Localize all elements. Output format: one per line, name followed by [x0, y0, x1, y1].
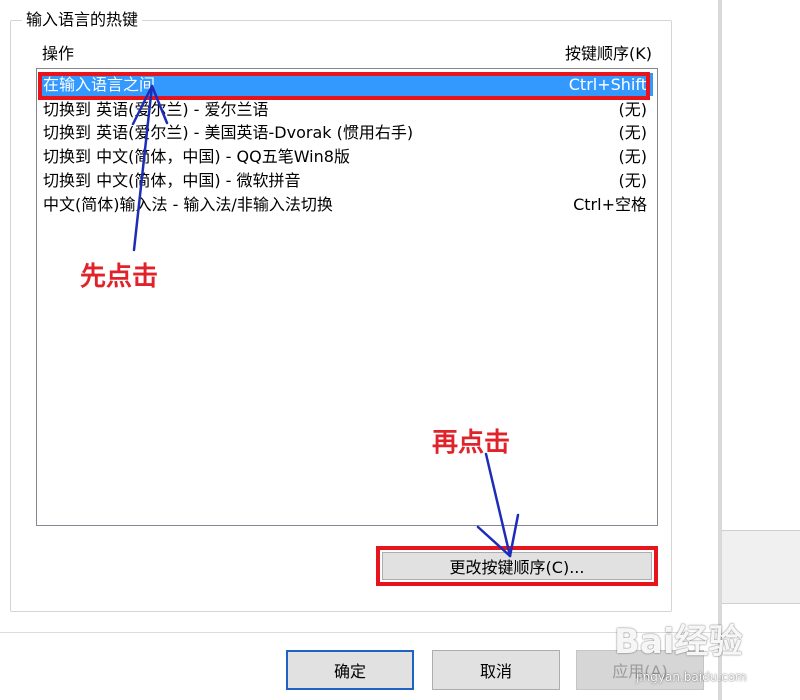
- hotkey-operation: 切换到 中文(简体，中国) - QQ五笔Win8版: [43, 147, 350, 166]
- hotkey-row[interactable]: 切换到 英语(爱尔兰) - 爱尔兰语 (无): [41, 98, 653, 121]
- hotkey-key: (无): [618, 100, 648, 119]
- baidu-watermark: Bai经验 jingyan.baidu.com: [614, 610, 794, 690]
- hotkey-row-selected[interactable]: 在输入语言之间 Ctrl+Shift: [41, 73, 653, 96]
- column-header-key-sequence: 按键顺序(K): [565, 44, 652, 63]
- hotkey-operation: 在输入语言之间: [43, 75, 156, 94]
- hotkey-key: (无): [618, 171, 648, 190]
- watermark-brand: Bai经验: [614, 622, 743, 662]
- column-header-operation: 操作: [42, 44, 75, 63]
- group-title: 输入语言的热键: [22, 10, 143, 30]
- footer-divider: [0, 632, 718, 633]
- hotkey-operation: 切换到 英语(爱尔兰) - 爱尔兰语: [43, 100, 269, 119]
- hotkey-key: Ctrl+空格: [573, 195, 647, 214]
- hotkey-operation: 切换到 英语(爱尔兰) - 美国英语-Dvorak (惯用右手): [43, 123, 414, 142]
- hotkey-row[interactable]: 切换到 英语(爱尔兰) - 美国英语-Dvorak (惯用右手) (无): [41, 121, 653, 144]
- hotkey-key: (无): [618, 123, 648, 142]
- background-window-panel: [722, 531, 800, 604]
- ok-button[interactable]: 确定: [286, 650, 414, 690]
- annotation-first-click: 先点击: [80, 262, 159, 292]
- change-key-sequence-button[interactable]: 更改按键顺序(C)...: [382, 552, 652, 580]
- hotkey-key: (无): [618, 147, 648, 166]
- hotkey-key: Ctrl+Shift: [568, 75, 647, 94]
- annotation-second-click: 再点击: [432, 428, 511, 458]
- hotkey-operation: 中文(简体)输入法 - 输入法/非输入法切换: [43, 195, 333, 214]
- hotkey-operation: 切换到 中文(简体，中国) - 微软拼音: [43, 171, 301, 190]
- hotkey-row[interactable]: 切换到 中文(简体，中国) - 微软拼音 (无): [41, 169, 653, 192]
- hotkey-row[interactable]: 中文(简体)输入法 - 输入法/非输入法切换 Ctrl+空格: [41, 193, 653, 216]
- cancel-button[interactable]: 取消: [432, 650, 560, 690]
- hotkey-row[interactable]: 切换到 中文(简体，中国) - QQ五笔Win8版 (无): [41, 145, 653, 168]
- watermark-url: jingyan.baidu.com: [636, 670, 747, 684]
- hotkey-list[interactable]: 在输入语言之间 Ctrl+Shift 切换到 英语(爱尔兰) - 爱尔兰语 (无…: [36, 68, 658, 526]
